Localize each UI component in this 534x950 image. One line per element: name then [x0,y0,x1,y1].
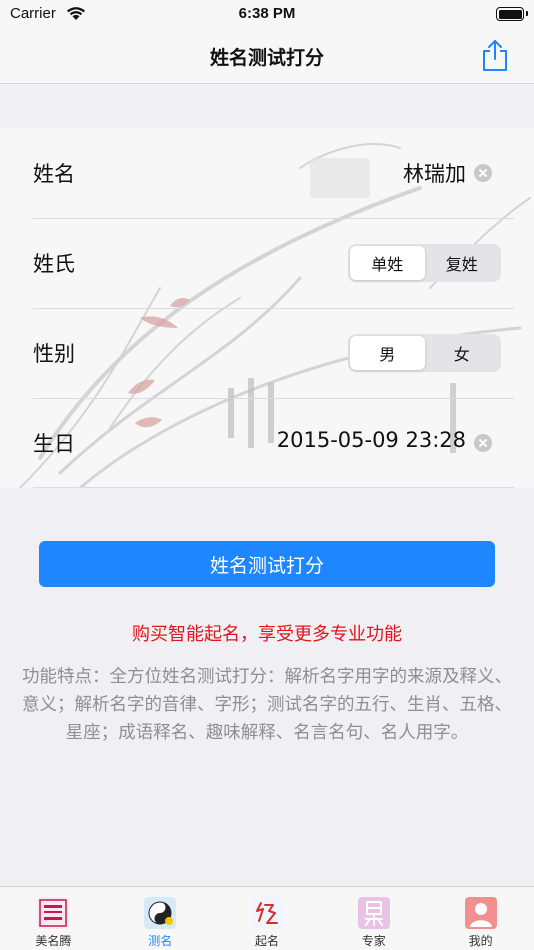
birthday-row: 生日 2015-05-09 23:28 [0,398,534,488]
birthday-picker[interactable]: 2015-05-09 23:28 [277,428,466,452]
tab-mine[interactable]: 我的 [427,887,534,950]
clock: 6:38 PM [238,5,296,22]
tab-test-name[interactable]: 测名 [107,887,214,950]
yinyang-icon [144,897,177,929]
status-bar: Carrier 6:38 PM [0,0,534,28]
compound-surname-segment[interactable]: 复姓 [425,246,500,280]
tab-bar: 美名腾 测名 起名 专家 我的 [0,886,534,950]
surname-type-row: 姓氏 单姓 复姓 [0,218,534,308]
meimingteng-logo-icon [37,897,70,929]
tab-label: 美名腾 [35,934,72,948]
navigation-bar: 姓名测试打分 [0,28,534,84]
purchase-promo-link[interactable]: 购买智能起名，享受更多专业功能 [0,620,534,646]
name-label: 姓名 [33,162,75,186]
surname-type-label: 姓氏 [33,252,75,276]
divider [33,487,514,488]
name-test-button[interactable]: 姓名测试打分 [39,541,495,587]
birthday-label: 生日 [33,432,75,456]
tab-meimingteng[interactable]: 美名腾 [0,887,107,950]
tab-naming[interactable]: 起名 [214,887,321,950]
name-input[interactable]: 林瑞加 [403,158,466,188]
female-segment[interactable]: 女 [425,336,500,370]
tab-label: 我的 [468,934,493,948]
tab-expert[interactable]: 专家 [320,887,427,950]
naming-icon [250,897,283,929]
gender-row: 性别 男 女 [0,308,534,398]
single-surname-segment[interactable]: 单姓 [350,246,425,280]
gender-segmented-control: 男 女 [348,334,501,372]
page-title: 姓名测试打分 [209,47,324,69]
surname-type-segmented-control: 单姓 复姓 [348,244,501,282]
male-segment[interactable]: 男 [350,336,425,370]
name-row: 姓名 林瑞加 [0,128,534,218]
clear-birthday-icon[interactable] [474,434,492,452]
battery-icon [496,7,528,21]
tab-label: 专家 [361,934,386,948]
tab-label: 起名 [254,934,279,948]
gender-label: 性别 [33,342,75,366]
expert-icon [357,897,390,929]
clear-name-icon[interactable] [474,164,492,182]
profile-icon [464,897,497,929]
tab-label: 测名 [148,934,173,948]
share-icon[interactable] [480,38,510,72]
name-test-form: 姓名 林瑞加 姓氏 单姓 复姓 性别 男 女 生日 2015-05-09 23:… [0,128,534,488]
feature-description: 功能特点：全方位姓名测试打分：解析名字用字的来源及释义、意义；解析名字的音律、字… [22,667,512,743]
